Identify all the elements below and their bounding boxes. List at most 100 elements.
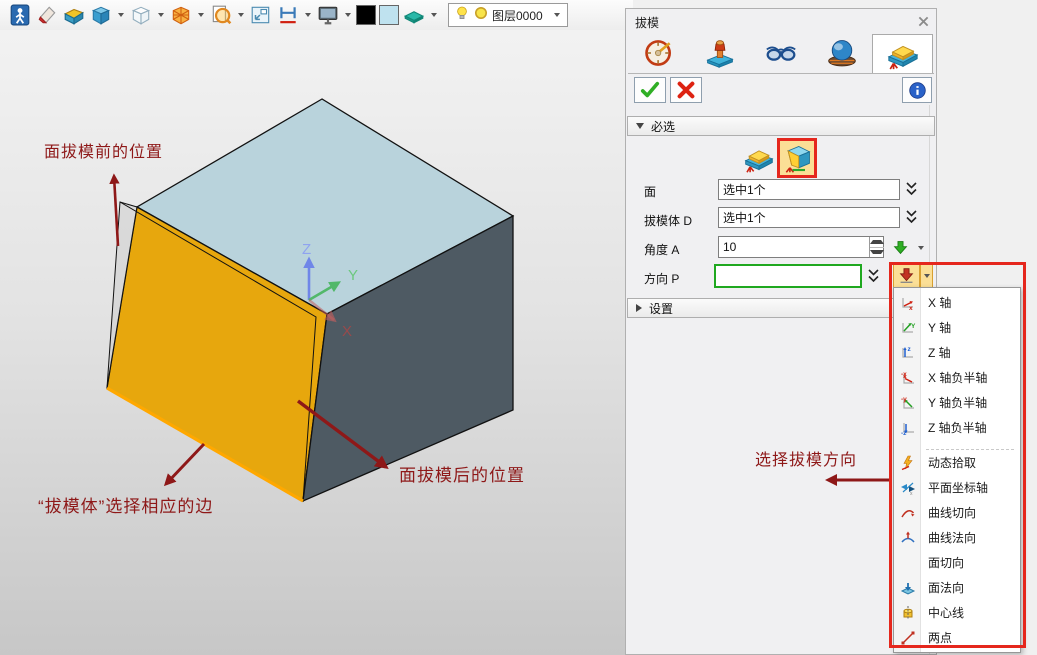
spinner-down-icon[interactable] [870,248,884,258]
angle-spinner[interactable] [869,237,884,257]
menu-item-z-axis[interactable]: z Z 轴 [894,340,1020,365]
info-button[interactable] [902,77,932,103]
menu-item-y-axis[interactable]: Y Y 轴 [894,315,1020,340]
rotate-lattice-icon[interactable] [169,3,193,27]
direction-expand-chevron-icon[interactable] [867,268,880,289]
layer-box-dropdown-caret[interactable] [431,13,437,17]
face-field-input[interactable] [718,179,900,200]
face-expand-chevron-icon[interactable] [905,181,918,202]
section-required-header[interactable]: 必选 [627,116,935,136]
tab-sphere[interactable] [811,34,872,72]
annotation-after-position: 面拔模后的位置 [399,461,525,486]
display-mode-dropdown-caret[interactable] [345,13,351,17]
angle-field-input[interactable] [718,236,884,258]
tab-gauge[interactable] [628,34,689,72]
tab-glasses[interactable] [750,34,811,72]
draft-body-field-label: 拔模体 D [644,212,692,229]
close-icon[interactable] [916,14,930,28]
draft-body-mode-button[interactable] [741,141,777,175]
axis-neg-x-icon: -x [894,370,921,386]
tab-draft[interactable] [872,34,933,73]
menu-item-two-points[interactable]: 两点 [894,625,1020,650]
axis-neg-y-icon: -y [894,395,921,411]
tab-stamp[interactable] [689,34,750,72]
dynamic-pick-icon [894,455,921,471]
direction-field-label: 方向 P [644,270,679,287]
plane-axes-icon: x [894,480,921,496]
shaded-face-icon[interactable] [62,3,86,27]
menu-item-curve-tangent[interactable]: 曲线切向 [894,500,1020,525]
menu-item-x-axis[interactable]: x X 轴 [894,290,1020,315]
menu-separator [926,440,1014,450]
draft-panel: 拔模 必选 面 [625,8,937,655]
menu-item-curve-normal[interactable]: 曲线法向 [894,525,1020,550]
menu-item-plane-axes[interactable]: x 平面坐标轴 [894,475,1020,500]
panel-title: 拔模 [635,14,659,31]
menu-item-face-normal[interactable]: 面法向 [894,575,1020,600]
zoom-dropdown-caret[interactable] [238,13,244,17]
face-field-label: 面 [644,183,656,200]
face-normal-icon [894,580,921,596]
axis-z-icon: z [894,345,921,361]
collapse-icon [636,123,644,129]
layer-combo-value: 图层0000 [492,7,543,24]
panel-tabbar [628,34,934,74]
spinner-up-icon[interactable] [870,237,884,248]
measure-icon[interactable] [276,3,300,27]
display-mode-icon[interactable] [316,3,340,27]
wireframe-cube-icon[interactable] [129,3,153,27]
svg-text:-y: -y [901,396,907,403]
two-points-icon [894,630,921,646]
menu-item-dynamic-pick[interactable]: 动态拾取 [894,450,1020,475]
section-settings-header[interactable]: 设置 [627,298,935,318]
ok-button[interactable] [634,77,666,103]
layer-box-icon[interactable] [402,3,426,27]
menu-item-neg-z-axis[interactable]: -z Z 轴负半轴 [894,415,1020,440]
zoom-icon[interactable] [209,3,233,27]
direction-pick-button[interactable] [893,263,920,288]
angle-direction-caret[interactable] [918,246,924,250]
direction-dropdown-menu: x X 轴 Y Y 轴 z Z 轴 -x X 轴负半轴 -y Y 轴负半轴 -z… [893,287,1021,653]
black-color-swatch[interactable] [356,5,376,25]
rotate-lattice-dropdown-caret[interactable] [198,13,204,17]
menu-item-neg-x-axis[interactable]: -x X 轴负半轴 [894,365,1020,390]
measure-dropdown-caret[interactable] [305,13,311,17]
solid-cube-icon[interactable] [89,3,113,27]
exit-icon[interactable] [8,3,32,27]
svg-text:x: x [909,305,913,311]
model-scene: Z Y X [0,30,625,655]
layer-combobox[interactable]: 图层0000 [448,3,568,27]
menu-item-centerline[interactable]: 中心线 [894,600,1020,625]
cancel-button[interactable] [670,77,702,103]
svg-text:-z: -z [901,430,907,436]
svg-text:Y: Y [911,323,916,330]
highlight-color-swatch[interactable] [379,5,399,25]
menu-item-face-tangent[interactable]: 面切向 [894,550,1020,575]
erase-icon[interactable] [35,3,59,27]
section-settings-label: 设置 [649,300,673,317]
layer-combo-caret[interactable] [554,13,560,17]
x-icon [680,84,693,97]
direction-pick-caret[interactable] [920,263,933,288]
centerline-icon [894,605,921,621]
angle-field-label: 角度 A [644,241,679,258]
top-toolbar: 图层0000 [0,0,633,31]
annotation-before-position: 面拔模前的位置 [44,138,163,162]
angle-apply-direction-button[interactable] [888,237,912,258]
triad-y-label: Y [348,267,358,284]
svg-text:z: z [907,346,911,353]
draft-face-mode-button[interactable] [777,138,817,178]
axis-x-icon: x [894,295,921,311]
draft-body-expand-chevron-icon[interactable] [905,209,918,230]
bulb-icon [454,4,470,27]
annotation-edge-select: “拔模体”选择相应的边 [38,492,213,517]
draft-body-field-input[interactable] [718,207,900,228]
section-required-label: 必选 [651,118,675,135]
direction-field-input[interactable] [714,264,862,288]
check-icon [643,84,658,96]
menu-item-neg-y-axis[interactable]: -y Y 轴负半轴 [894,390,1020,415]
wireframe-cube-dropdown-caret[interactable] [158,13,164,17]
triad-x-label: X [342,323,352,340]
solid-cube-dropdown-caret[interactable] [118,13,124,17]
fit-window-icon[interactable] [249,3,273,27]
